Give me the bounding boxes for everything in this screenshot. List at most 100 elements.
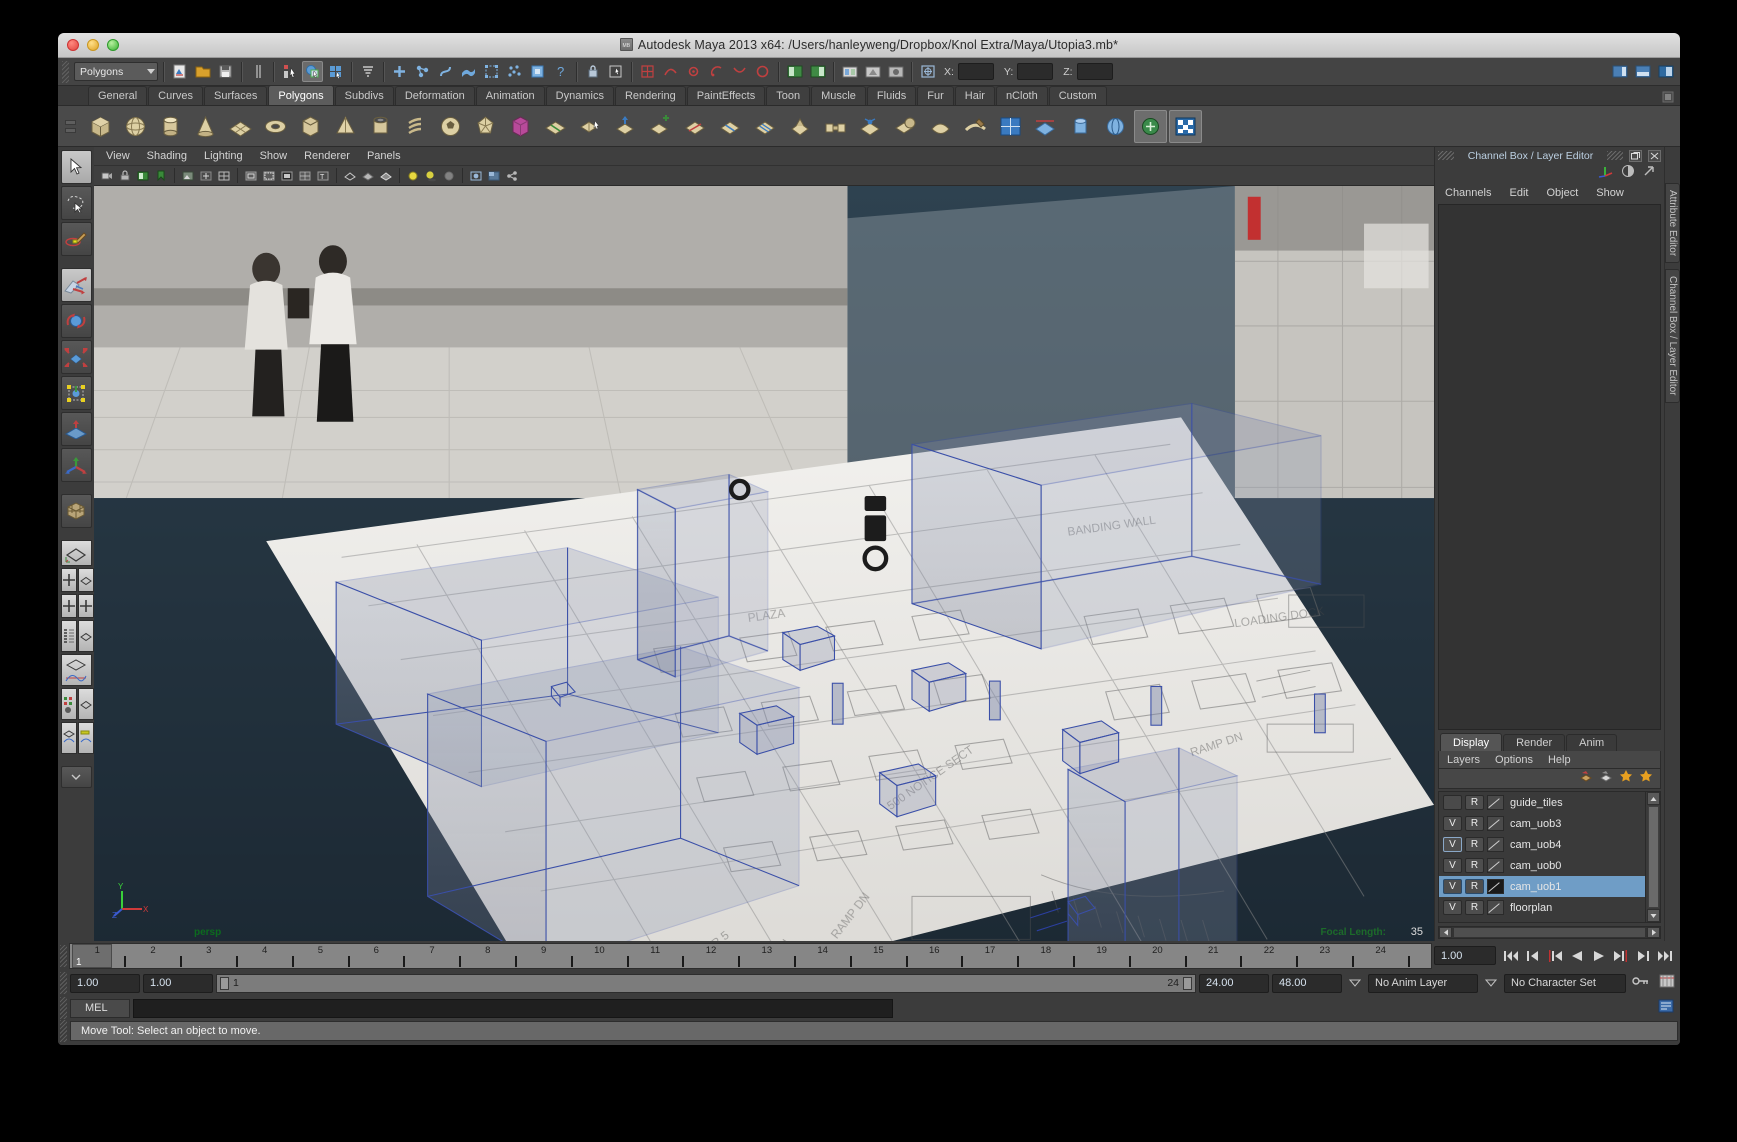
channel-menu-show[interactable]: Show xyxy=(1596,187,1624,199)
table-row[interactable]: R guide_tiles xyxy=(1439,792,1645,813)
shelf-tab-polygons[interactable]: Polygons xyxy=(268,85,334,105)
grid-toggle-icon[interactable] xyxy=(216,168,232,184)
scrollbar-thumb[interactable] xyxy=(1647,806,1659,908)
panel-drag-handle[interactable] xyxy=(1607,151,1623,160)
share-viewport-icon[interactable] xyxy=(504,168,520,184)
shelf-tab-fur[interactable]: Fur xyxy=(917,86,954,105)
two-pane-side-icon[interactable] xyxy=(60,594,77,618)
layer-name[interactable]: cam_uob4 xyxy=(1510,839,1561,851)
soft-modification-tool-icon[interactable] xyxy=(60,412,92,446)
timeslider-grip[interactable] xyxy=(60,944,67,967)
snap-to-point-icon[interactable] xyxy=(683,61,704,82)
lasso-select-tool-icon[interactable] xyxy=(60,186,92,220)
step-forward-frame-icon[interactable] xyxy=(1634,947,1652,965)
snap-to-grid-icon[interactable] xyxy=(637,61,658,82)
open-scene-icon[interactable] xyxy=(192,61,213,82)
resolution-gate-icon[interactable] xyxy=(261,168,277,184)
range-grip[interactable] xyxy=(60,972,67,994)
current-frame-field[interactable]: 1.00 xyxy=(1434,946,1496,965)
persp-graph-layout-icon[interactable] xyxy=(60,654,92,686)
layer-color-swatch[interactable] xyxy=(1487,858,1504,873)
perspective-viewport[interactable]: PLAZA BANDING WALL VENTILATOR 5 PLANTER … xyxy=(94,186,1434,941)
wireframe-icon[interactable] xyxy=(342,168,358,184)
four-view-layout-icon[interactable] xyxy=(60,568,77,592)
range-slider[interactable]: 1 24 xyxy=(216,973,1196,993)
tool-settings-toggle-icon[interactable] xyxy=(807,61,828,82)
polygon-plane-icon[interactable] xyxy=(224,110,257,143)
layer-name[interactable]: cam_uob3 xyxy=(1510,818,1561,830)
layer-render-toggle[interactable]: R xyxy=(1465,816,1484,831)
polygon-sphere-icon[interactable] xyxy=(119,110,152,143)
range-end-handle[interactable] xyxy=(1183,976,1192,990)
component-lattice-icon[interactable] xyxy=(481,61,502,82)
coord-x-field[interactable] xyxy=(957,63,994,80)
layer-name[interactable]: cam_uob1 xyxy=(1510,881,1561,893)
select-by-hierarchy-icon[interactable] xyxy=(279,61,300,82)
expand-layouts-icon[interactable] xyxy=(60,766,92,788)
command-line-grip[interactable] xyxy=(60,997,67,1019)
uv-texture-editor-icon[interactable] xyxy=(994,110,1027,143)
show-hide-layer-editor-icon[interactable] xyxy=(1632,61,1653,82)
component-joint-icon[interactable] xyxy=(527,61,548,82)
layer-render-toggle[interactable]: R xyxy=(1465,879,1484,894)
scroll-right-icon[interactable] xyxy=(1647,927,1660,938)
persp-graph-editor-layout-icon[interactable] xyxy=(77,722,94,754)
outliner-panel-icon[interactable] xyxy=(60,620,77,652)
polygon-prism-icon[interactable] xyxy=(294,110,327,143)
layer-name[interactable]: floorplan xyxy=(1510,902,1552,914)
smooth-shade-all-icon[interactable] xyxy=(360,168,376,184)
component-point-icon[interactable] xyxy=(389,61,410,82)
go-to-end-icon[interactable] xyxy=(1656,947,1674,965)
layer-menu-help[interactable]: Help xyxy=(1548,754,1571,766)
viewport-menu-lighting[interactable]: Lighting xyxy=(204,150,243,162)
polygon-cone-icon[interactable] xyxy=(189,110,222,143)
show-hide-channel-box-icon[interactable] xyxy=(1609,61,1630,82)
animation-end-time-field[interactable]: 48.00 xyxy=(1272,973,1342,993)
polygon-torus-icon[interactable] xyxy=(259,110,292,143)
new-scene-icon[interactable] xyxy=(169,61,190,82)
highlight-icon[interactable] xyxy=(605,61,626,82)
layer-tab-display[interactable]: Display xyxy=(1440,733,1503,751)
half-tone-icon[interactable] xyxy=(1621,164,1635,183)
scroll-left-icon[interactable] xyxy=(1439,927,1452,938)
two-pane-stacked-icon[interactable] xyxy=(77,594,94,618)
xray-icon[interactable] xyxy=(441,168,457,184)
bookmark-icon[interactable] xyxy=(153,168,169,184)
animation-start-time-field[interactable]: 1.00 xyxy=(70,973,140,993)
polygon-platonic-icon[interactable] xyxy=(469,110,502,143)
shelf-tab-animation[interactable]: Animation xyxy=(475,86,545,105)
layer-visibility-toggle[interactable]: V xyxy=(1443,816,1462,831)
new-layer-icon[interactable] xyxy=(1579,769,1594,788)
shelf-tab-dynamics[interactable]: Dynamics xyxy=(545,86,614,105)
component-line-icon[interactable] xyxy=(412,61,433,82)
side-tab-attribute-editor[interactable]: Attribute Editor xyxy=(1665,183,1680,264)
ipr-render-icon[interactable] xyxy=(862,61,883,82)
hypershade-panel-icon[interactable] xyxy=(60,688,77,720)
select-by-object-type-icon[interactable] xyxy=(302,61,323,82)
selection-mask-icon[interactable] xyxy=(917,61,938,82)
shelf-tab-surfaces[interactable]: Surfaces xyxy=(203,86,268,105)
shelf-tab-muscle[interactable]: Muscle xyxy=(811,86,866,105)
range-start-handle[interactable] xyxy=(220,976,229,990)
shelf-tab-fluids[interactable]: Fluids xyxy=(866,86,917,105)
merge-vertex-icon[interactable] xyxy=(854,110,887,143)
play-backwards-icon[interactable] xyxy=(1568,947,1586,965)
persp-hypergraph-layout-icon[interactable] xyxy=(60,722,77,754)
scale-tool-icon[interactable] xyxy=(60,340,92,374)
offset-edge-loop-icon[interactable] xyxy=(749,110,782,143)
play-forwards-icon[interactable] xyxy=(1590,947,1608,965)
layer-color-swatch[interactable] xyxy=(1487,837,1504,852)
layer-visibility-toggle[interactable] xyxy=(1443,795,1462,810)
layer-color-swatch[interactable] xyxy=(1487,816,1504,831)
script-editor-icon[interactable] xyxy=(1658,999,1678,1018)
save-scene-icon[interactable] xyxy=(215,61,236,82)
auto-key-icon[interactable] xyxy=(1629,974,1653,993)
paint-select-tool-icon[interactable] xyxy=(60,222,92,256)
layer-visibility-toggle[interactable]: V xyxy=(1443,879,1462,894)
layer-name[interactable]: cam_uob0 xyxy=(1510,860,1561,872)
layer-membership-icon[interactable] xyxy=(1619,769,1634,788)
two-d-pan-zoom-icon[interactable] xyxy=(198,168,214,184)
outliner-persp-split-icon[interactable] xyxy=(77,620,94,652)
help-line-grip[interactable] xyxy=(60,1020,67,1042)
channel-menu-edit[interactable]: Edit xyxy=(1509,187,1528,199)
